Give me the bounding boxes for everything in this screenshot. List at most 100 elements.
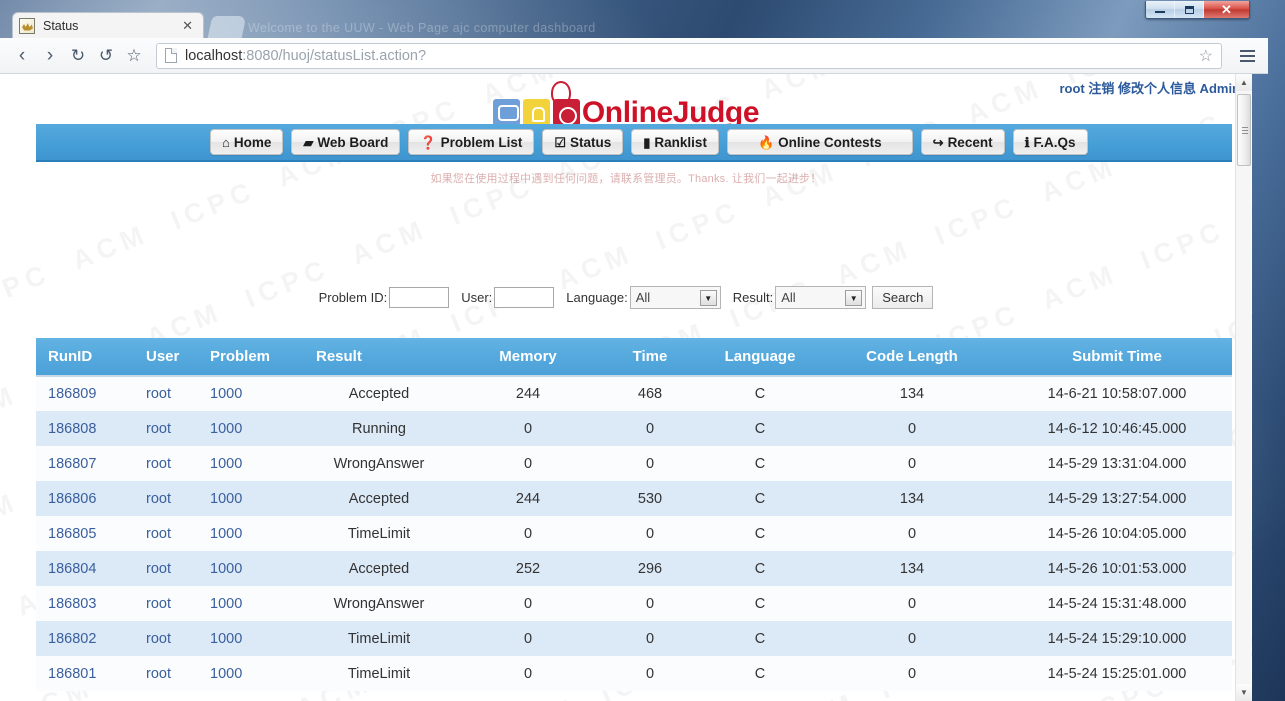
cell-problem[interactable]: 1000 [198,551,304,586]
problem-id-input[interactable] [389,287,450,308]
new-tab-button[interactable] [207,16,247,38]
result-label: Result: [732,290,774,305]
nav-button-home[interactable]: ⌂ Home [210,129,284,155]
nav-button-status[interactable]: ☑ Status [542,129,624,155]
nav-button-problem-list[interactable]: ❓ Problem List [408,129,535,155]
cell-problem[interactable]: 1000 [198,481,304,516]
search-button[interactable]: Search [872,286,934,309]
cell-memory: 0 [523,455,533,472]
main-navigation: ⌂ Home ▰ Web Board ❓ Problem List ☑ Status ▮ Rank… [36,124,1232,162]
cell-user[interactable]: root [134,551,198,586]
scroll-down-icon[interactable]: ▼ [1236,684,1252,701]
bookmark-this-page-icon[interactable]: ☆ [1199,46,1213,66]
bookmark-star-icon[interactable]: ☆ [120,42,148,70]
cell-language: C [754,525,766,542]
cell-code-length: 0 [907,525,917,542]
cell-user[interactable]: root [134,481,198,516]
language-select[interactable]: All ▼ [629,286,721,309]
cell-time: 0 [645,665,655,682]
cell-problem[interactable]: 1000 [198,516,304,551]
cell-user[interactable]: root [134,621,198,656]
vertical-scrollbar[interactable]: ▲ ▼ [1235,74,1252,701]
column-header-language[interactable]: Language [698,338,822,377]
cell-user[interactable]: root [134,586,198,621]
status-table-body: 186809 root 1000 Accepted 244 468 C 134 14-6-21 … [36,376,1232,691]
cell-runid[interactable]: 186805 [36,516,134,551]
cell-runid[interactable]: 186804 [36,551,134,586]
cell-user[interactable]: root [134,656,198,691]
cell-user[interactable]: root [134,411,198,446]
back-icon[interactable]: ‹ [8,42,36,70]
nav-button-recent[interactable]: ↪ Recent [920,129,1005,155]
cell-problem[interactable]: 1000 [198,621,304,656]
home-icon: ⌂ [222,134,230,150]
chevron-down-icon[interactable]: ▼ [699,290,717,306]
balloon-icon [550,81,580,126]
status-table-wrapper: RunID User Problem Result Memory Time Language… [36,338,1232,691]
column-header-problem[interactable]: Problem [198,338,304,377]
cell-problem[interactable]: 1000 [198,411,304,446]
page-viewport: ACM ICPC ACM ICPC ACM ICPC ACM ICPC ACM … [0,74,1252,701]
scroll-up-icon[interactable]: ▲ [1236,74,1252,91]
cell-runid[interactable]: 186806 [36,481,134,516]
site-logo[interactable]: OnlineJudge [0,81,1252,128]
column-header-runid[interactable]: RunID [36,338,134,377]
cell-result: TimeLimit [347,525,411,542]
column-header-user[interactable]: User [134,338,198,377]
cell-problem[interactable]: 1000 [198,586,304,621]
column-header-time[interactable]: Time [602,338,698,377]
cell-language: C [754,490,766,507]
cell-submit-time: 14-5-26 10:01:53.000 [1047,560,1187,577]
cell-result: Accepted [348,490,410,507]
cell-problem[interactable]: 1000 [198,376,304,411]
cell-user[interactable]: root [134,376,198,411]
cell-language: C [754,665,766,682]
page-document-icon [165,48,177,63]
cell-runid[interactable]: 186802 [36,621,134,656]
tab-status[interactable]: Status ✕ [12,12,204,38]
nav-button-online-contests[interactable]: 🔥 Online Contests [726,129,913,155]
column-header-code-length[interactable]: Code Length [822,338,1002,377]
column-header-memory[interactable]: Memory [454,338,602,377]
cell-time: 468 [637,386,663,402]
comment-icon: ▰ [303,134,314,150]
chevron-down-icon[interactable]: ▼ [845,290,863,306]
column-header-result[interactable]: Result [304,338,454,377]
user-input[interactable] [494,287,555,308]
nav-button-f-a-qs[interactable]: ℹ F.A.Qs [1012,129,1088,155]
cell-user[interactable]: root [134,516,198,551]
cell-submit-time: 14-5-29 13:27:54.000 [1047,490,1187,507]
background-window-title: Welcome to the UUW - Web Page ajc comput… [248,21,596,35]
cell-runid[interactable]: 186801 [36,656,134,691]
table-row: 186802 root 1000 TimeLimit 0 0 C 0 14-5-24 15:29… [36,621,1232,656]
cell-runid[interactable]: 186808 [36,411,134,446]
cell-runid[interactable]: 186803 [36,586,134,621]
site-favicon-icon [19,17,35,34]
cell-result: WrongAnswer [333,595,425,612]
result-select[interactable]: All ▼ [775,286,867,309]
status-table-head: RunID User Problem Result Memory Time Language… [36,338,1232,377]
stop-icon[interactable]: ↺ [92,42,120,70]
url-bar[interactable]: localhost:8080/huoj/statusList.action? ☆ [156,42,1222,69]
nav-button-label: Recent [947,134,993,150]
nav-button-web-board[interactable]: ▰ Web Board [291,129,401,155]
cell-language: C [754,595,766,612]
forward-icon[interactable]: › [36,42,64,70]
cell-problem[interactable]: 1000 [198,656,304,691]
column-header-submit-time[interactable]: Submit Time [1002,338,1232,377]
browser-window: ✕ Status ✕ Welcome to the UUW - Web Page… [0,0,1268,701]
hamburger-menu-icon[interactable] [1234,42,1260,70]
cell-memory: 244 [515,386,541,402]
nav-button-ranklist[interactable]: ▮ Ranklist [631,129,719,155]
cell-user[interactable]: root [134,446,198,481]
cell-code-length: 134 [899,490,925,507]
table-row: 186808 root 1000 Running 0 0 C 0 14-6-12 10:46:4… [36,411,1232,446]
cell-submit-time: 14-5-24 15:29:10.000 [1047,630,1187,647]
tab-close-icon[interactable]: ✕ [178,19,197,32]
reload-icon[interactable]: ↻ [64,42,92,70]
cell-problem[interactable]: 1000 [198,446,304,481]
nav-button-label: Web Board [317,134,389,150]
scrollbar-thumb[interactable] [1237,94,1251,166]
cell-runid[interactable]: 186807 [36,446,134,481]
cell-runid[interactable]: 186809 [36,376,134,411]
